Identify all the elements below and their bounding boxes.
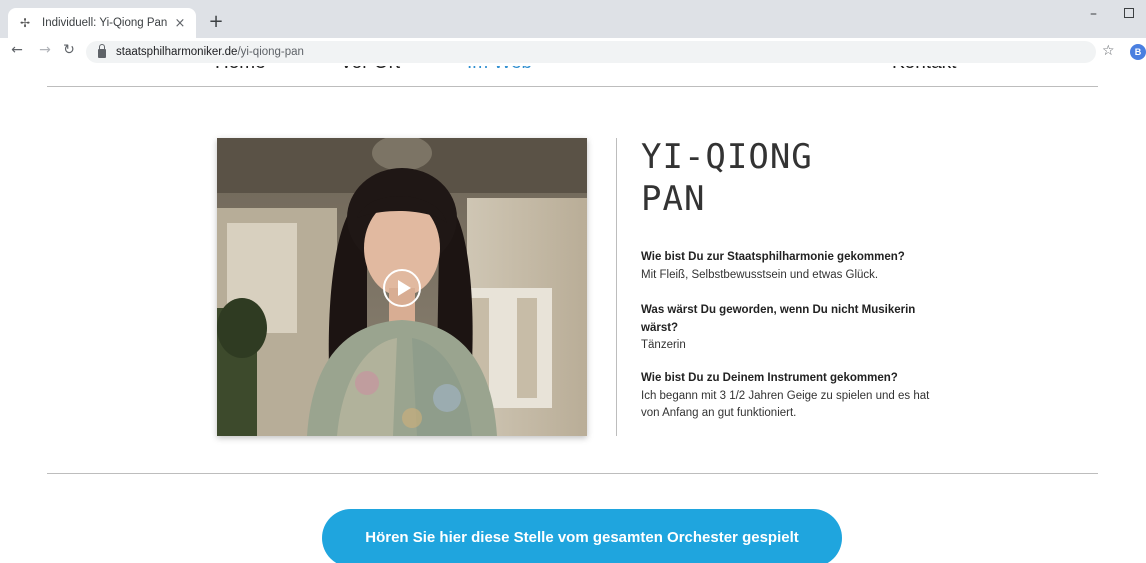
nav-item-vor-ort[interactable]: Vor Ort <box>340 66 400 74</box>
qa-item: Was wärst Du geworden, wenn Du nicht Mus… <box>641 302 931 355</box>
browser-toolbar: ← → ↻ staatsphilharmoniker.de/yi-qiong-p… <box>0 38 1146 66</box>
bookmark-star-icon[interactable]: ☆ <box>1102 43 1115 59</box>
qa-answer: Ich begann mit 3 1/2 Jahren Geige zu spi… <box>641 389 930 420</box>
address-bar[interactable]: staatsphilharmoniker.de/yi-qiong-pan <box>86 41 1096 63</box>
lock-icon <box>98 44 106 58</box>
qa-item: Wie bist Du zu Deinem Instrument gekomme… <box>641 370 951 423</box>
minimize-window-icon[interactable]: – <box>1090 6 1097 22</box>
qa-answer: Mit Fleiß, Selbstbewusstsein und etwas G… <box>641 268 879 281</box>
orchestra-listen-button[interactable]: Hören Sie hier diese Stelle vom gesamten… <box>322 509 842 563</box>
back-arrow-icon[interactable]: ← <box>8 42 26 58</box>
profile-name: YI-QIONG PAN <box>641 136 941 220</box>
profile-avatar[interactable]: B <box>1130 44 1146 60</box>
site-favicon-icon: ✢ <box>20 16 31 30</box>
profile-name-line1: YI-QIONG <box>641 137 813 177</box>
divider-bottom <box>47 473 1098 474</box>
url-path: /yi-qiong-pan <box>237 46 304 58</box>
divider-top <box>47 86 1098 87</box>
browser-tab[interactable]: ✢ Individuell: Yi-Qiong Pan × <box>8 8 196 38</box>
nav-item-home[interactable]: Home <box>215 66 266 74</box>
play-icon[interactable] <box>383 269 421 307</box>
new-tab-button[interactable]: + <box>204 10 228 34</box>
url-host: staatsphilharmoniker.de <box>116 46 238 58</box>
qa-question: Was wärst Du geworden, wenn Du nicht Mus… <box>641 304 916 334</box>
tab-close-icon[interactable]: × <box>172 16 188 31</box>
maximize-window-icon[interactable] <box>1124 8 1134 18</box>
browser-tab-strip: ✢ Individuell: Yi-Qiong Pan × + – <box>0 0 1146 38</box>
qa-question: Wie bist Du zur Staatsphilharmonie gekom… <box>641 251 905 263</box>
video-player[interactable] <box>217 138 587 436</box>
reload-icon[interactable]: ↻ <box>60 42 78 58</box>
profile-name-line2: PAN <box>641 179 706 219</box>
vertical-divider <box>616 138 617 436</box>
nav-item-im-web[interactable]: Im Web <box>467 66 532 74</box>
forward-arrow-icon[interactable]: → <box>36 42 54 58</box>
qa-answer: Tänzerin <box>641 339 686 351</box>
qa-item: Wie bist Du zur Staatsphilharmonie gekom… <box>641 249 961 284</box>
page-content: Home Vor Ort Im Web Kontakt <box>0 66 1146 563</box>
site-navigation: Home Vor Ort Im Web Kontakt <box>0 66 1146 74</box>
tab-title: Individuell: Yi-Qiong Pan <box>42 17 168 29</box>
qa-question: Wie bist Du zu Deinem Instrument gekomme… <box>641 372 898 384</box>
nav-item-kontakt[interactable]: Kontakt <box>892 66 956 74</box>
